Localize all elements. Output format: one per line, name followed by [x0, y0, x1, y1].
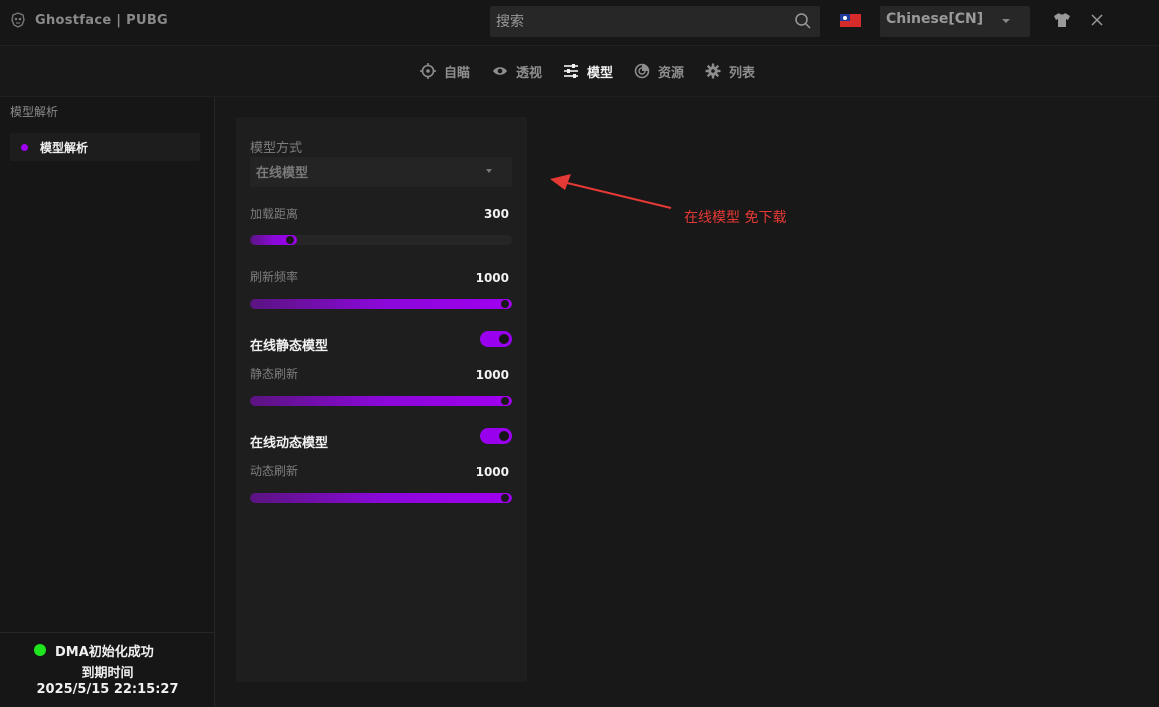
gear-icon: [705, 63, 721, 79]
main-nav: 自瞄 透视 模型 资源 列表: [0, 47, 1159, 97]
static-refresh-value: 1000: [475, 368, 509, 382]
static-model-toggle[interactable]: [480, 331, 512, 347]
language-select-value: Chinese[CN]: [886, 11, 984, 27]
slider-knob[interactable]: [501, 494, 509, 502]
load-distance-value: 300: [483, 207, 509, 221]
nav-tab-esp[interactable]: 透视: [492, 61, 542, 81]
search-box[interactable]: [490, 6, 820, 37]
model-mode-label: 模型方式: [250, 141, 303, 156]
annotation-text: 在线模型 免下载: [684, 210, 787, 226]
close-icon[interactable]: [1090, 13, 1104, 27]
dynamic-refresh-slider[interactable]: [250, 493, 512, 503]
active-dot-icon: [21, 144, 28, 151]
nav-tab-label: 模型: [587, 65, 614, 81]
slider-knob[interactable]: [501, 300, 509, 308]
toggle-knob: [499, 431, 509, 441]
sidebar: 模型解析 模型解析: [0, 97, 215, 632]
expire-label: 到期时间: [81, 666, 134, 681]
dynamic-refresh-label: 动态刷新: [250, 464, 299, 478]
expire-value: 2025/5/15 22:15:27: [36, 682, 179, 697]
slider-knob[interactable]: [501, 397, 509, 405]
search-input[interactable]: [490, 6, 790, 37]
model-mode-value: 在线模型: [256, 166, 309, 181]
nav-tab-label: 自瞄: [444, 65, 471, 81]
nav-tab-resources[interactable]: 资源: [634, 61, 684, 81]
model-settings-panel: 模型方式 在线模型 加载距离 300 刷新频率 1000 在线静态模型 静态刷新…: [236, 117, 527, 682]
slider-fill: [250, 396, 512, 406]
model-mode-select[interactable]: 在线模型: [250, 157, 512, 187]
refresh-rate-value: 1000: [475, 271, 509, 285]
search-icon[interactable]: [794, 12, 812, 30]
status-footer: DMA初始化成功 到期时间 2025/5/15 22:15:27: [0, 632, 215, 707]
chevron-down-icon: [486, 169, 492, 173]
refresh-rate-slider[interactable]: [250, 299, 512, 309]
chevron-down-icon: [1002, 19, 1010, 23]
app-title: Ghostface | PUBG: [35, 13, 169, 28]
radar-icon: [634, 63, 650, 79]
slider-knob[interactable]: [286, 236, 294, 244]
title-bar: Ghostface | PUBG Chinese[CN]: [0, 0, 1159, 46]
language-select[interactable]: Chinese[CN]: [880, 6, 1030, 37]
refresh-rate-label: 刷新频率: [250, 270, 299, 284]
theme-shirt-icon[interactable]: [1053, 12, 1071, 28]
nav-tab-list[interactable]: 列表: [705, 61, 755, 81]
language-flag-icon: [840, 14, 861, 27]
toggle-knob: [499, 334, 509, 344]
status-text: DMA初始化成功: [55, 645, 154, 660]
eye-icon: [493, 67, 507, 75]
dynamic-refresh-value: 1000: [475, 465, 509, 479]
static-model-label: 在线静态模型: [250, 339, 329, 354]
app-logo-icon: [11, 12, 25, 28]
load-distance-label: 加载距离: [250, 207, 299, 221]
nav-tab-model[interactable]: 模型: [563, 61, 613, 81]
static-refresh-slider[interactable]: [250, 396, 512, 406]
load-distance-slider[interactable]: [250, 235, 512, 245]
static-refresh-label: 静态刷新: [250, 367, 299, 381]
sidebar-item-label: 模型解析: [40, 141, 89, 155]
slider-fill: [250, 299, 512, 309]
dynamic-model-label: 在线动态模型: [250, 436, 329, 451]
slider-fill: [250, 493, 512, 503]
sidebar-heading: 模型解析: [10, 105, 59, 119]
sliders-icon: [564, 64, 578, 78]
status-ok-indicator: [34, 644, 46, 656]
nav-tab-aim[interactable]: 自瞄: [420, 61, 470, 81]
dynamic-model-toggle[interactable]: [480, 428, 512, 444]
crosshair-icon: [420, 63, 436, 79]
nav-tab-label: 列表: [729, 65, 756, 81]
nav-tab-label: 透视: [516, 65, 543, 81]
sidebar-item-model-parse[interactable]: 模型解析: [10, 133, 200, 161]
nav-tab-label: 资源: [658, 65, 685, 81]
annotation-arrow-icon: [550, 174, 672, 209]
